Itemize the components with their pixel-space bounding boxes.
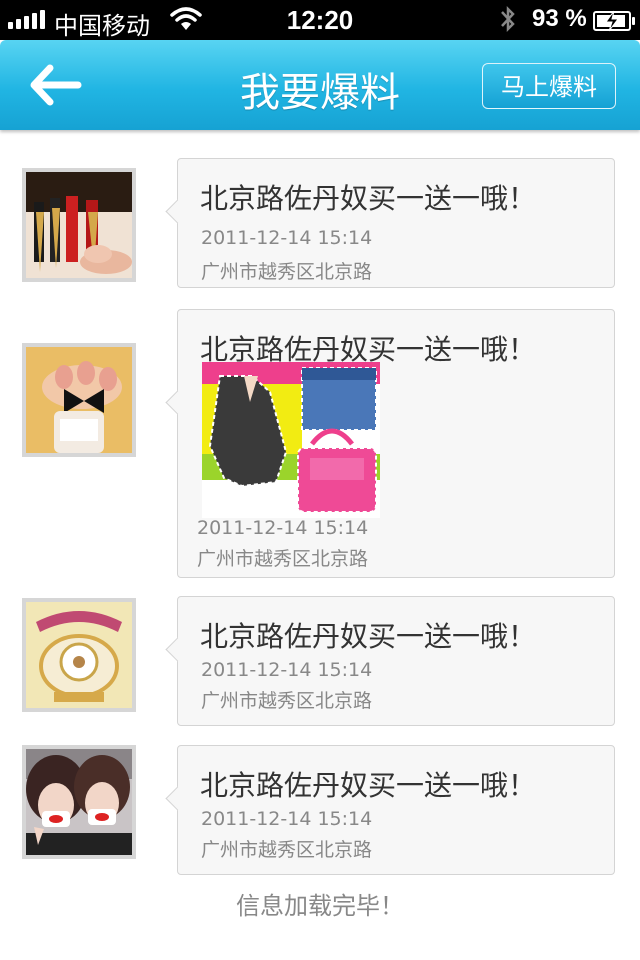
post-card[interactable]: 北京路佐丹奴买一送一哦！ 2011-12-14 15:14 广州市越秀区北京路 xyxy=(165,745,615,875)
load-complete-message: 信息加载完毕！ xyxy=(236,892,404,920)
battery-icon xyxy=(593,10,635,32)
post-card[interactable]: 北京路佐丹奴买一送一哦！ 2011-12-14 15:14 广州市越秀区北京路 xyxy=(165,596,615,726)
nav-bar: 我要爆料 马上爆料 xyxy=(0,40,640,130)
card-pointer xyxy=(165,199,190,224)
post-location: 广州市越秀区北京路 xyxy=(201,261,373,283)
avatar[interactable] xyxy=(22,598,136,712)
girls-photo xyxy=(26,749,132,855)
post-location: 广州市越秀区北京路 xyxy=(201,839,373,861)
avatar[interactable] xyxy=(22,343,136,457)
telephone-photo xyxy=(26,602,132,708)
report-now-button[interactable]: 马上爆料 xyxy=(482,63,616,109)
post-date: 2011-12-14 15:14 xyxy=(201,227,373,249)
card-pointer xyxy=(165,390,190,415)
avatar[interactable] xyxy=(22,745,136,859)
bluetooth-icon xyxy=(498,4,518,39)
feed-item[interactable]: 北京路佐丹奴买一送一哦！ 2011-12-14 15:14 广州市越秀区北京路 xyxy=(0,745,640,875)
post-title: 北京路佐丹奴买一送一哦！ xyxy=(200,620,537,653)
post-title: 北京路佐丹奴买一送一哦！ xyxy=(200,182,537,215)
post-card[interactable]: 北京路佐丹奴买一送一哦！ 2011-12-14 15:14 广州市越秀区北京路 xyxy=(165,309,615,578)
card-pointer xyxy=(165,637,190,662)
post-location: 广州市越秀区北京路 xyxy=(197,548,369,570)
card-pointer xyxy=(165,786,190,811)
charging-bolt-icon xyxy=(605,10,619,32)
battery-percent: 93 % xyxy=(532,5,587,32)
feed-item[interactable]: 北京路佐丹奴买一送一哦！ 2011-12-14 15:14 广州市越秀区北京路 xyxy=(0,158,640,288)
feed-item[interactable]: 北京路佐丹奴买一送一哦！ 2011-12-14 15:14 广州市越秀区北京路 xyxy=(0,596,640,726)
feed-item[interactable]: 北京路佐丹奴买一送一哦！ 2011-12-14 15:14 广州市越秀区北京路 xyxy=(0,309,640,578)
post-date: 2011-12-14 15:14 xyxy=(197,517,369,539)
post-card[interactable]: 北京路佐丹奴买一送一哦！ 2011-12-14 15:14 广州市越秀区北京路 xyxy=(165,158,615,288)
post-date: 2011-12-14 15:14 xyxy=(201,808,373,830)
belts-photo xyxy=(26,172,132,278)
post-title: 北京路佐丹奴买一送一哦！ xyxy=(200,769,537,802)
post-location: 广州市越秀区北京路 xyxy=(201,690,373,712)
product-photo[interactable] xyxy=(202,362,380,518)
clothing-bag-photo xyxy=(202,362,380,518)
nail-polish-photo xyxy=(26,347,132,453)
status-bar: 中国移动 12:20 93 % xyxy=(0,0,640,40)
avatar[interactable] xyxy=(22,168,136,282)
post-date: 2011-12-14 15:14 xyxy=(201,659,373,681)
